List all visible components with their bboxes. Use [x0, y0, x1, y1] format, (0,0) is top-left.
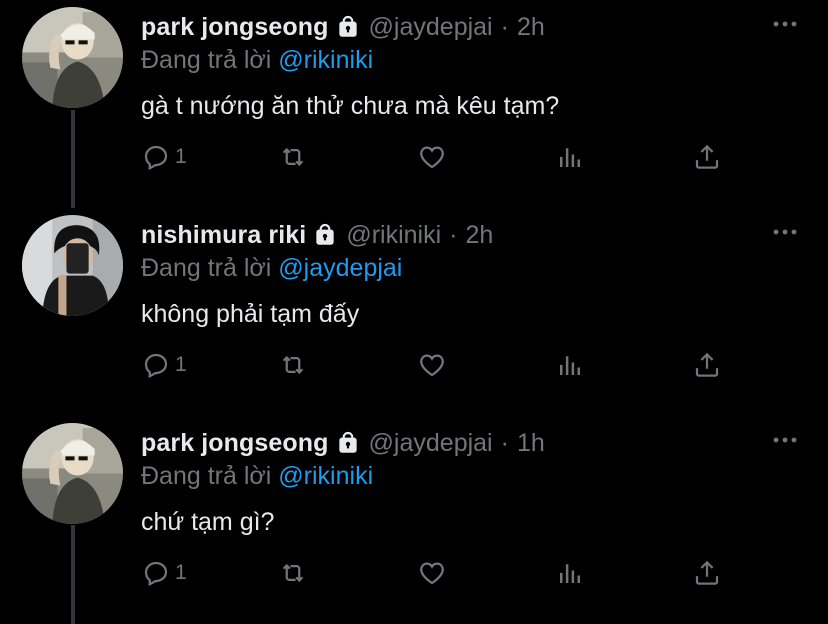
- more-icon[interactable]: [772, 430, 798, 450]
- reply-icon: [141, 350, 171, 380]
- avatar[interactable]: [22, 7, 123, 108]
- analytics-button[interactable]: [555, 345, 585, 385]
- action-bar: 1: [141, 137, 781, 177]
- like-button[interactable]: [417, 137, 447, 177]
- reply-button[interactable]: 1: [141, 137, 187, 177]
- replying-prefix: Đang trả lời: [141, 462, 272, 490]
- replying-mention[interactable]: @rikiniki: [278, 462, 373, 490]
- reply-count: 1: [175, 145, 187, 168]
- retweet-icon: [278, 558, 308, 588]
- display-name[interactable]: park jongseong: [141, 429, 329, 458]
- replying-to: Đang trả lời @rikiniki: [141, 462, 373, 491]
- retweet-button[interactable]: [278, 345, 308, 385]
- analytics-button[interactable]: [555, 553, 585, 593]
- action-bar: 1: [141, 553, 781, 593]
- handle[interactable]: @rikiniki: [346, 221, 441, 250]
- display-name[interactable]: park jongseong: [141, 13, 329, 42]
- timestamp[interactable]: 1h: [517, 429, 545, 458]
- analytics-icon: [555, 350, 585, 380]
- avatar[interactable]: [22, 423, 123, 524]
- separator: ·: [449, 220, 458, 249]
- share-button[interactable]: [692, 553, 722, 593]
- handle[interactable]: @jaydepjai: [369, 429, 493, 458]
- replying-to: Đang trả lời @jaydepjai: [141, 254, 402, 283]
- share-icon: [692, 558, 722, 588]
- tweet[interactable]: nishimura riki @rikiniki · 2h Đang trả l…: [0, 208, 828, 416]
- share-icon: [692, 350, 722, 380]
- like-button[interactable]: [417, 553, 447, 593]
- reply-button[interactable]: 1: [141, 345, 187, 385]
- handle[interactable]: @jaydepjai: [369, 13, 493, 42]
- avatar[interactable]: [22, 215, 123, 316]
- retweet-icon: [278, 142, 308, 172]
- analytics-icon: [555, 142, 585, 172]
- avatar-photo-blond: [22, 7, 123, 108]
- retweet-button[interactable]: [278, 553, 308, 593]
- tweet[interactable]: park jongseong @jaydepjai · 2h Đang trả …: [0, 0, 828, 208]
- share-icon: [692, 142, 722, 172]
- like-icon: [417, 558, 447, 588]
- lock-icon: [335, 14, 361, 40]
- reply-button[interactable]: 1: [141, 553, 187, 593]
- reply-count: 1: [175, 353, 187, 376]
- more-icon[interactable]: [772, 222, 798, 242]
- timestamp[interactable]: 2h: [466, 221, 494, 250]
- analytics-icon: [555, 558, 585, 588]
- action-bar: 1: [141, 345, 781, 385]
- replying-mention[interactable]: @jaydepjai: [278, 254, 402, 282]
- like-icon: [417, 350, 447, 380]
- lock-icon: [335, 430, 361, 456]
- timestamp[interactable]: 2h: [517, 13, 545, 42]
- tweet-text: chứ tạm gì?: [141, 508, 275, 536]
- reply-count: 1: [175, 561, 187, 584]
- like-icon: [417, 142, 447, 172]
- separator: ·: [500, 428, 509, 457]
- retweet-button[interactable]: [278, 137, 308, 177]
- like-button[interactable]: [417, 345, 447, 385]
- share-button[interactable]: [692, 137, 722, 177]
- separator: ·: [500, 12, 509, 41]
- replying-to: Đang trả lời @rikiniki: [141, 46, 373, 75]
- analytics-button[interactable]: [555, 137, 585, 177]
- reply-icon: [141, 142, 171, 172]
- tweet[interactable]: park jongseong @jaydepjai · 1h Đang trả …: [0, 416, 828, 624]
- lock-icon: [312, 222, 338, 248]
- tweet-text: gà t nướng ăn thử chưa mà kêu tạm?: [141, 92, 560, 120]
- retweet-icon: [278, 350, 308, 380]
- replying-prefix: Đang trả lời: [141, 254, 272, 282]
- more-icon[interactable]: [772, 14, 798, 34]
- tweet-text: không phải tạm đấy: [141, 300, 360, 328]
- display-name[interactable]: nishimura riki: [141, 221, 306, 250]
- reply-icon: [141, 558, 171, 588]
- replying-mention[interactable]: @rikiniki: [278, 46, 373, 74]
- share-button[interactable]: [692, 345, 722, 385]
- avatar-photo-blond: [22, 423, 123, 524]
- replying-prefix: Đang trả lời: [141, 46, 272, 74]
- avatar-photo-dark: [22, 215, 123, 316]
